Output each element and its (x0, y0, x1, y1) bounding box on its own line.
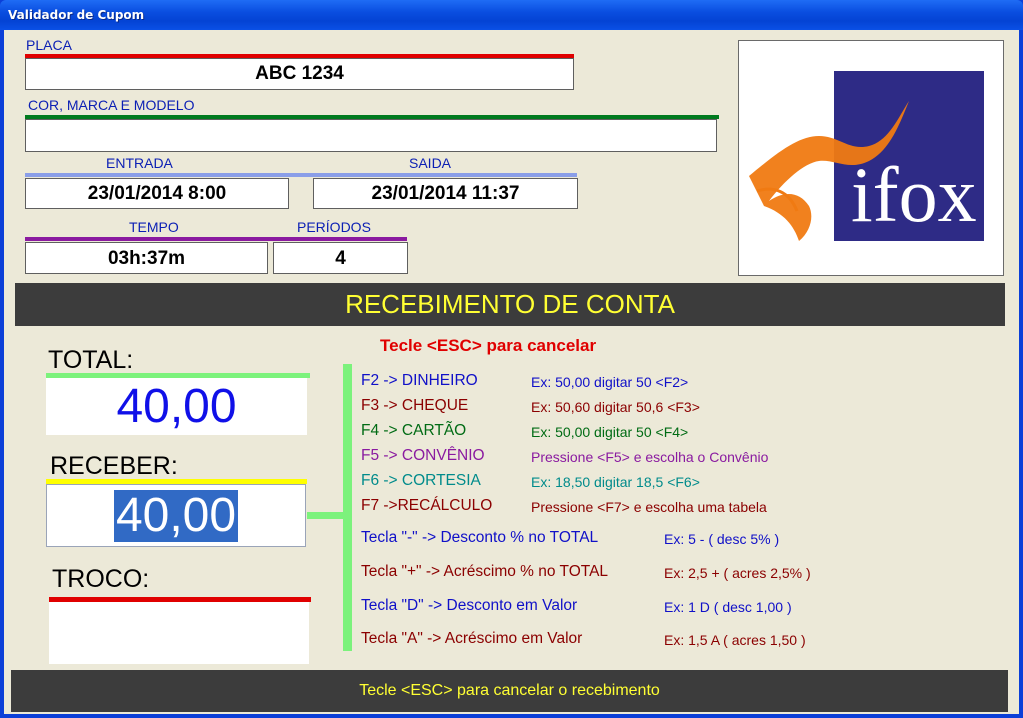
saida-label: SAIDA (409, 155, 452, 171)
saida-field[interactable]: 23/01/2014 11:37 (313, 178, 578, 209)
datas-divider (25, 173, 577, 177)
placa-field[interactable]: ABC 1234 (25, 58, 574, 90)
entrada-field[interactable]: 23/01/2014 8:00 (25, 178, 289, 209)
tempo-divider (25, 237, 407, 241)
logo-text: ifox (851, 151, 977, 238)
shortcut-convenio: F5 -> CONVÊNIO (361, 447, 485, 464)
total-label: TOTAL: (48, 346, 134, 374)
fox-logo-icon: ifox (749, 71, 984, 241)
window-titlebar[interactable]: Validador de Cupom (0, 0, 1023, 30)
adjust-desconto-percent-example: Ex: 5 - ( desc 5% ) (664, 531, 780, 547)
periodos-label: PERÍODOS (297, 219, 371, 235)
adjust-desconto-percent: Tecla "-" -> Desconto % no TOTAL (361, 529, 599, 546)
shortcut-dinheiro-example: Ex: 50,00 digitar 50 <F2> (531, 374, 689, 390)
adjust-acrescimo-percent-example: Ex: 2,5 + ( acres 2,5% ) (664, 565, 811, 581)
shortcut-convenio-example: Pressione <F5> e escolha o Convênio (531, 449, 769, 465)
tempo-field[interactable]: 03h:37m (25, 242, 268, 274)
receber-label: RECEBER: (50, 452, 178, 480)
adjust-acrescimo-valor-example: Ex: 1,5 A ( acres 1,50 ) (664, 632, 806, 648)
adjust-desconto-valor-example: Ex: 1 D ( desc 1,00 ) (664, 599, 792, 615)
shortcut-dinheiro: F2 -> DINHEIRO (361, 372, 478, 389)
receber-field[interactable]: 40,00 (46, 484, 306, 547)
shortcut-cartao: F4 -> CARTÃO (361, 422, 467, 439)
receipt-header: RECEBIMENTO DE CONTA (15, 283, 1005, 326)
instructions-bracket (343, 364, 352, 651)
receber-value: 40,00 (113, 489, 239, 542)
footer-hint: Tecle <ESC> para cancelar o recebimento (11, 670, 1008, 712)
shortcut-cheque-example: Ex: 50,60 digitar 50,6 <F3> (531, 399, 700, 415)
shortcut-cortesia-example: Ex: 18,50 digitar 18,5 <F6> (531, 474, 700, 490)
periodos-field[interactable]: 4 (273, 242, 408, 274)
troco-field[interactable] (49, 602, 309, 664)
entrada-label: ENTRADA (106, 155, 173, 171)
shortcut-recalculo: F7 ->RECÁLCULO (361, 497, 493, 514)
window-title: Validador de Cupom (8, 8, 145, 22)
shortcut-cartao-example: Ex: 50,00 digitar 50 <F4> (531, 424, 689, 440)
adjust-acrescimo-valor: Tecla "A" -> Acréscimo em Valor (361, 630, 583, 647)
cor-field[interactable] (25, 119, 717, 152)
window-client-area: PLACA ABC 1234 COR, MARCA E MODELO ENTRA… (4, 30, 1019, 714)
placa-label: PLACA (26, 37, 72, 53)
adjust-acrescimo-percent: Tecla "+" -> Acréscimo % no TOTAL (361, 563, 609, 580)
cancel-hint: Tecle <ESC> para cancelar (380, 336, 597, 355)
cor-label: COR, MARCA E MODELO (28, 97, 195, 113)
shortcut-cheque: F3 -> CHEQUE (361, 397, 469, 414)
company-logo: ifox (738, 40, 1004, 276)
receber-connector (307, 512, 347, 519)
adjust-desconto-valor: Tecla "D" -> Desconto em Valor (361, 597, 578, 614)
total-field[interactable]: 40,00 (46, 378, 307, 435)
troco-label: TROCO: (52, 565, 150, 593)
shortcut-recalculo-example: Pressione <F7> e escolha uma tabela (531, 499, 767, 515)
shortcut-cortesia: F6 -> CORTESIA (361, 472, 481, 489)
tempo-label: TEMPO (129, 219, 179, 235)
